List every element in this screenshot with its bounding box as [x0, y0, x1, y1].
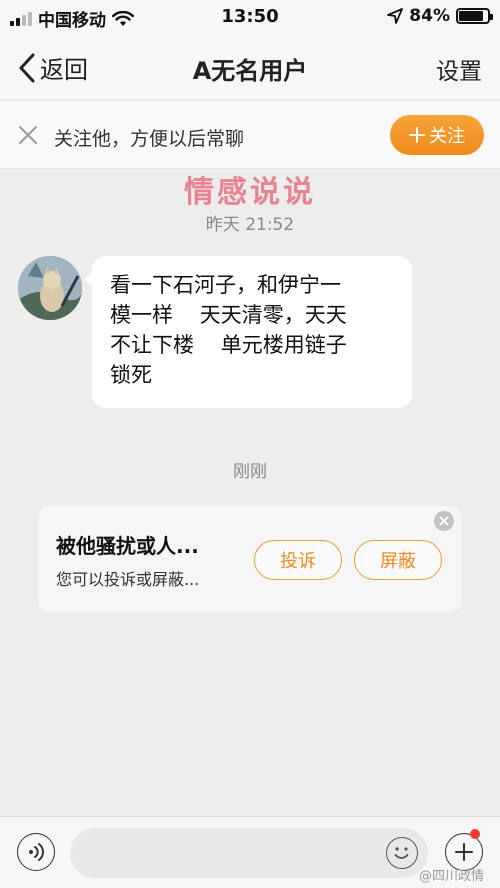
follow-suggestion-bar: 关注他，方便以后常聊 关注 [0, 101, 500, 169]
close-card-button[interactable] [434, 511, 454, 531]
message-input[interactable] [70, 828, 428, 878]
chat-screen: 中国移动 13:50 84% 返回 A无名用户 设置 关注他，方便以后常聊 关注… [0, 0, 500, 888]
nav-bar: 返回 A无名用户 设置 [0, 34, 500, 100]
voice-icon [29, 843, 44, 861]
watermark: 情感说说 [184, 175, 316, 210]
harassment-subtitle: 您可以投诉或屏蔽... [56, 570, 200, 589]
message-line: 不让下楼 单元楼用链子 [110, 333, 347, 357]
harassment-notice-card: 被他骚扰或人... 您可以投诉或屏蔽... 投诉 屏蔽 [38, 506, 462, 612]
credit-watermark: @四川政情 [418, 869, 484, 884]
battery-percent: 84% [409, 6, 450, 26]
report-button[interactable]: 投诉 [254, 540, 342, 580]
input-bar: @四川政情 [0, 816, 500, 888]
message-line: 看一下石河子，和伊宁一 [110, 273, 341, 297]
emoji-icon [394, 847, 409, 859]
block-button[interactable]: 屏蔽 [354, 540, 442, 580]
timestamp-yesterday: 昨天 21:52 [205, 215, 295, 235]
timestamp-just-now: 刚刚 [233, 462, 267, 482]
voice-button[interactable] [17, 833, 55, 871]
battery-icon [456, 8, 493, 24]
harassment-title: 被他骚扰或人... [56, 534, 199, 558]
message-line: 锁死 [110, 363, 152, 387]
emoji-button[interactable] [386, 837, 418, 869]
avatar[interactable] [18, 256, 82, 320]
incoming-message-bubble[interactable]: 看一下石河子，和伊宁一 模一样 天天清零，天天 不让下楼 单元楼用链子 锁死 [84, 256, 412, 408]
close-icon[interactable] [16, 123, 40, 147]
page-title: A无名用户 [192, 57, 308, 85]
status-bar: 中国移动 13:50 84% [0, 0, 500, 34]
follow-button[interactable]: 关注 [390, 115, 484, 155]
message-line: 模一样 天天清零，天天 [110, 303, 347, 327]
close-icon [439, 516, 449, 526]
follow-label: 关注 [429, 126, 465, 147]
plus-icon [409, 127, 425, 143]
notification-dot [470, 829, 480, 839]
settings-button[interactable]: 设置 [436, 52, 482, 86]
status-right: 84% [387, 6, 493, 26]
battery-fill [459, 11, 483, 21]
follow-hint-text: 关注他，方便以后常聊 [54, 128, 245, 150]
location-icon [387, 8, 404, 24]
avatar-image [18, 256, 82, 320]
add-icon [455, 843, 473, 861]
